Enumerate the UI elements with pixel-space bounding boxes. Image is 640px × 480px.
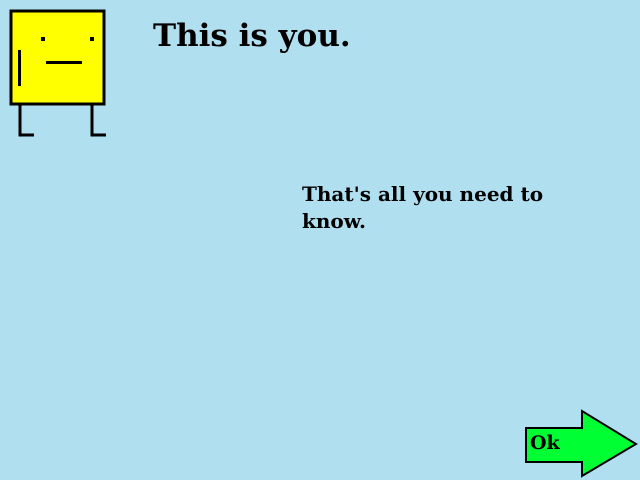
character-left-eye xyxy=(41,37,45,41)
character-right-leg xyxy=(90,105,106,137)
message-text: That's all you need to know. xyxy=(302,182,544,233)
character-arm xyxy=(18,50,21,86)
game-screen: This is you. That's all you need to know… xyxy=(0,0,640,480)
character-mouth xyxy=(46,61,82,64)
character-left-leg xyxy=(18,105,34,137)
yellow-square-character-icon xyxy=(9,9,106,137)
ok-button-label: Ok xyxy=(530,432,560,454)
ok-button[interactable]: Ok xyxy=(524,409,639,478)
character-right-eye xyxy=(90,37,94,41)
player-character xyxy=(8,8,112,142)
title-text: This is you. xyxy=(153,18,351,54)
character-body xyxy=(9,9,106,106)
